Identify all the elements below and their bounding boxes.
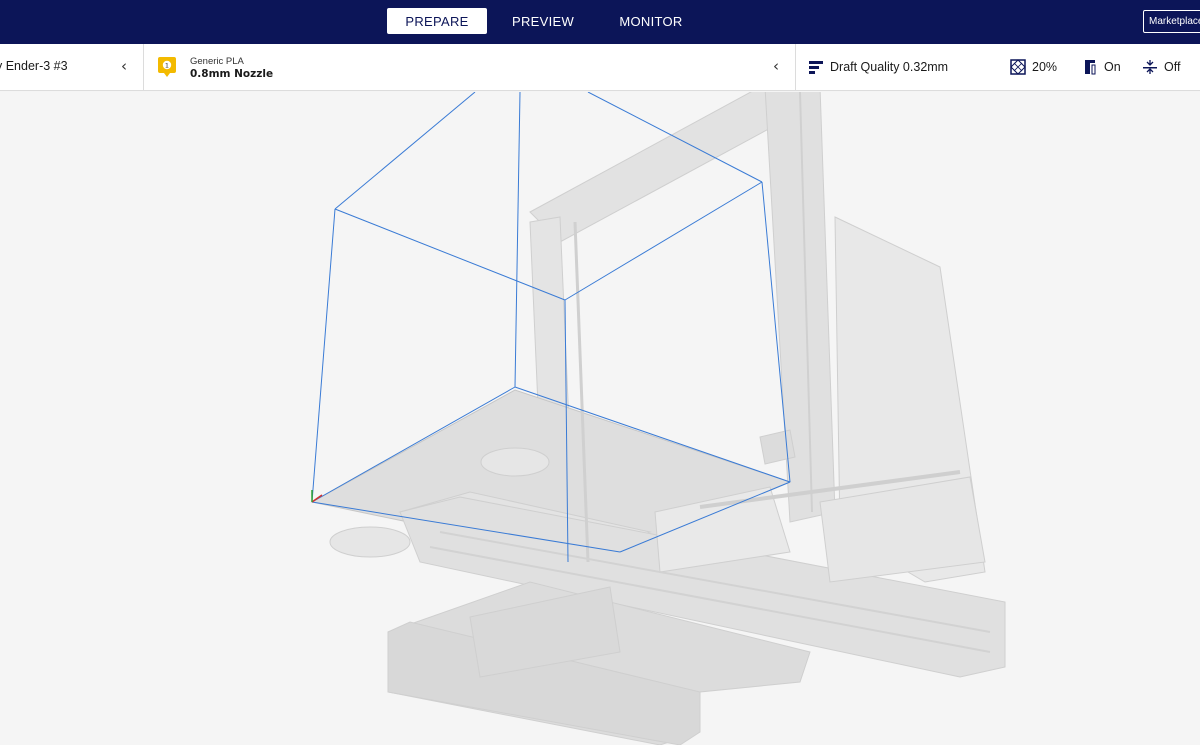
- printer-frame-model: [310, 92, 1006, 745]
- tab-preview[interactable]: PREVIEW: [487, 8, 599, 34]
- support-setting[interactable]: On: [1082, 59, 1121, 75]
- printer-selector[interactable]: y Ender-3 #3 ‹: [0, 44, 144, 91]
- 3d-viewport[interactable]: [0, 92, 1200, 745]
- quality-label: Draft Quality 0.32mm: [830, 60, 949, 74]
- tab-monitor[interactable]: MONITOR: [599, 8, 703, 34]
- support-value: On: [1104, 60, 1121, 74]
- printer-model-view[interactable]: [0, 92, 1200, 745]
- support-icon: [1085, 60, 1096, 75]
- quality-bars-icon: [809, 61, 823, 74]
- infill-value: 20%: [1032, 60, 1058, 74]
- nozzle-size: 0.8mm Nozzle: [190, 68, 274, 80]
- material-name: Generic PLA: [190, 56, 244, 67]
- extruder-number: 1: [165, 62, 169, 70]
- adhesion-value: Off: [1164, 60, 1181, 74]
- adhesion-icon: [1143, 60, 1157, 74]
- chevron-left-icon[interactable]: ‹: [121, 57, 127, 75]
- stage-tabs: PREPARE PREVIEW MONITOR: [387, 8, 703, 34]
- chevron-left-icon[interactable]: ‹: [773, 57, 779, 75]
- printer-name: y Ender-3 #3: [0, 59, 68, 73]
- extruder-badge-icon: 1: [158, 57, 176, 77]
- print-settings-selector[interactable]: Draft Quality 0.32mm 20% On Off: [796, 44, 1200, 91]
- infill-setting[interactable]: 20%: [1010, 59, 1057, 75]
- adhesion-setting[interactable]: Off: [1142, 59, 1180, 75]
- material-selector[interactable]: 1 Generic PLA 0.8mm Nozzle ‹: [144, 44, 796, 91]
- print-setup-toolbar: y Ender-3 #3 ‹ 1 Generic PLA 0.8mm Nozzl…: [0, 44, 1200, 91]
- marketplace-button[interactable]: Marketplace: [1143, 10, 1200, 33]
- tab-prepare[interactable]: PREPARE: [387, 8, 487, 34]
- quality-setting[interactable]: Draft Quality 0.32mm: [808, 59, 948, 75]
- infill-icon: [1010, 59, 1026, 75]
- header-bar: PREPARE PREVIEW MONITOR Marketplace: [0, 0, 1200, 44]
